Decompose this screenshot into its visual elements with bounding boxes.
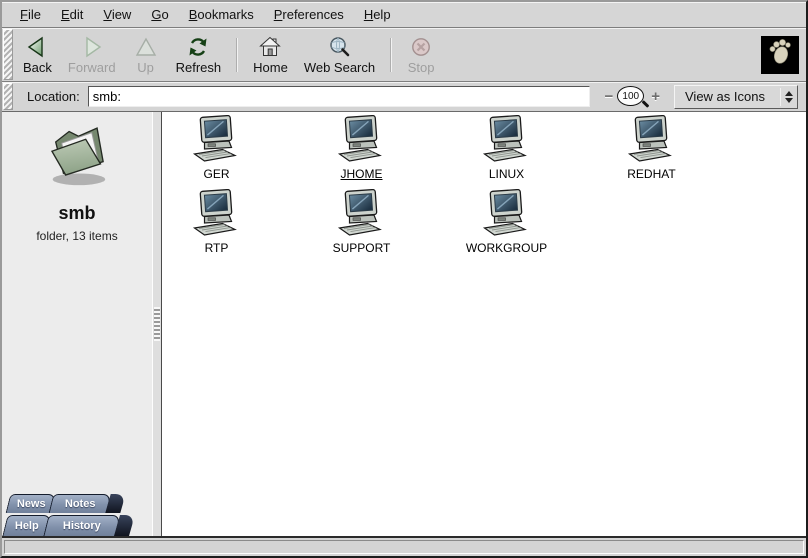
sidebar-folder-title: smb (58, 203, 95, 224)
network-host-label: SUPPORT (333, 241, 391, 255)
back-button[interactable]: Back (16, 32, 59, 77)
network-host-rtp[interactable]: RTP (162, 189, 289, 263)
forward-button[interactable]: Forward (61, 32, 123, 77)
menu-bookmarks[interactable]: Bookmarks (179, 4, 264, 25)
network-host-label: RTP (205, 241, 229, 255)
menu-edit[interactable]: Edit (51, 4, 93, 25)
sidebar-folder-subtitle: folder, 13 items (36, 229, 117, 243)
forward-arrow-icon (80, 35, 104, 59)
sidebar-info-panel: smb folder, 13 items (2, 112, 152, 243)
menu-preferences[interactable]: Preferences (264, 4, 354, 25)
back-arrow-icon (25, 35, 49, 59)
gnome-foot-icon (765, 37, 795, 72)
view-mode-value: View as Icons (685, 89, 778, 104)
network-host-label: REDHAT (627, 167, 675, 181)
menubar: File Edit View Go Bookmarks Preferences … (2, 2, 806, 28)
spinner-arrows-icon (785, 91, 793, 103)
toolbar-separator (390, 38, 392, 72)
computer-icon (191, 115, 243, 167)
status-bar (2, 536, 806, 556)
web-search-label: Web Search (304, 60, 375, 75)
location-bar: Location: − 100 + View as Icons (2, 82, 806, 112)
toolbar-separator (236, 38, 238, 72)
open-folder-icon (38, 122, 116, 195)
menu-help[interactable]: Help (354, 4, 401, 25)
network-host-redhat[interactable]: REDHAT (579, 115, 724, 189)
plus-icon[interactable]: + (647, 89, 664, 104)
network-host-label: WORKGROUP (466, 241, 547, 255)
computer-icon (191, 189, 243, 241)
forward-label: Forward (68, 60, 116, 75)
sidebar-splitter[interactable] (152, 112, 162, 536)
network-host-support[interactable]: SUPPORT (289, 189, 434, 263)
up-button[interactable]: Up (125, 32, 167, 77)
network-host-ger[interactable]: GER (162, 115, 289, 189)
computer-icon (481, 189, 533, 241)
computer-icon (336, 189, 388, 241)
network-host-label: JHOME (341, 167, 383, 181)
up-label: Up (137, 60, 154, 75)
content-area: smb folder, 13 items News Notes Help His… (2, 112, 806, 536)
menu-view[interactable]: View (93, 4, 141, 25)
zoom-level-value: 100 (622, 91, 639, 102)
status-text (4, 540, 804, 554)
network-host-linux[interactable]: LINUX (434, 115, 579, 189)
computer-icon (336, 115, 388, 167)
stop-label: Stop (408, 60, 435, 75)
computer-icon (481, 115, 533, 167)
refresh-label: Refresh (176, 60, 222, 75)
refresh-button[interactable]: Refresh (169, 32, 229, 77)
stop-icon (409, 35, 433, 59)
splitter-grip-icon (154, 307, 160, 341)
back-label: Back (23, 60, 52, 75)
web-search-icon (327, 35, 351, 59)
sidebar-tabrow-2: Help History (2, 513, 152, 536)
up-arrow-icon (134, 35, 158, 59)
throbber (761, 36, 799, 74)
menu-file[interactable]: File (10, 4, 51, 25)
network-host-jhome[interactable]: JHOME (289, 115, 434, 189)
sidebar: smb folder, 13 items News Notes Help His… (2, 112, 152, 536)
location-label: Location: (27, 89, 80, 104)
refresh-icon (186, 35, 210, 59)
locationbar-grip[interactable] (3, 83, 13, 110)
zoom-level-indicator[interactable]: 100 (617, 86, 647, 107)
menu-go[interactable]: Go (141, 4, 178, 25)
home-icon (258, 35, 282, 59)
minus-icon[interactable]: − (600, 89, 617, 104)
zoom-control: − 100 + (600, 86, 664, 107)
view-mode-select[interactable]: View as Icons (674, 85, 798, 109)
sidebar-tab-notes[interactable]: Notes (49, 494, 112, 513)
network-host-workgroup[interactable]: WORKGROUP (434, 189, 579, 263)
toolbar-grip[interactable] (3, 29, 13, 80)
select-divider (780, 88, 781, 106)
sidebar-tab-history[interactable]: History (43, 515, 120, 536)
network-host-label: GER (203, 167, 229, 181)
location-input[interactable] (88, 86, 591, 107)
toolbar: Back Forward Up Refresh (2, 28, 806, 82)
home-button[interactable]: Home (246, 32, 295, 77)
network-host-label: LINUX (489, 167, 524, 181)
web-search-button[interactable]: Web Search (297, 32, 382, 77)
icon-grid: GER JHOME (162, 112, 784, 263)
sidebar-tabrow-1: News Notes (2, 492, 152, 513)
stop-button[interactable]: Stop (400, 32, 442, 77)
nautilus-window: File Edit View Go Bookmarks Preferences … (0, 0, 808, 558)
file-view: GER JHOME (162, 112, 806, 536)
computer-icon (626, 115, 678, 167)
home-label: Home (253, 60, 288, 75)
